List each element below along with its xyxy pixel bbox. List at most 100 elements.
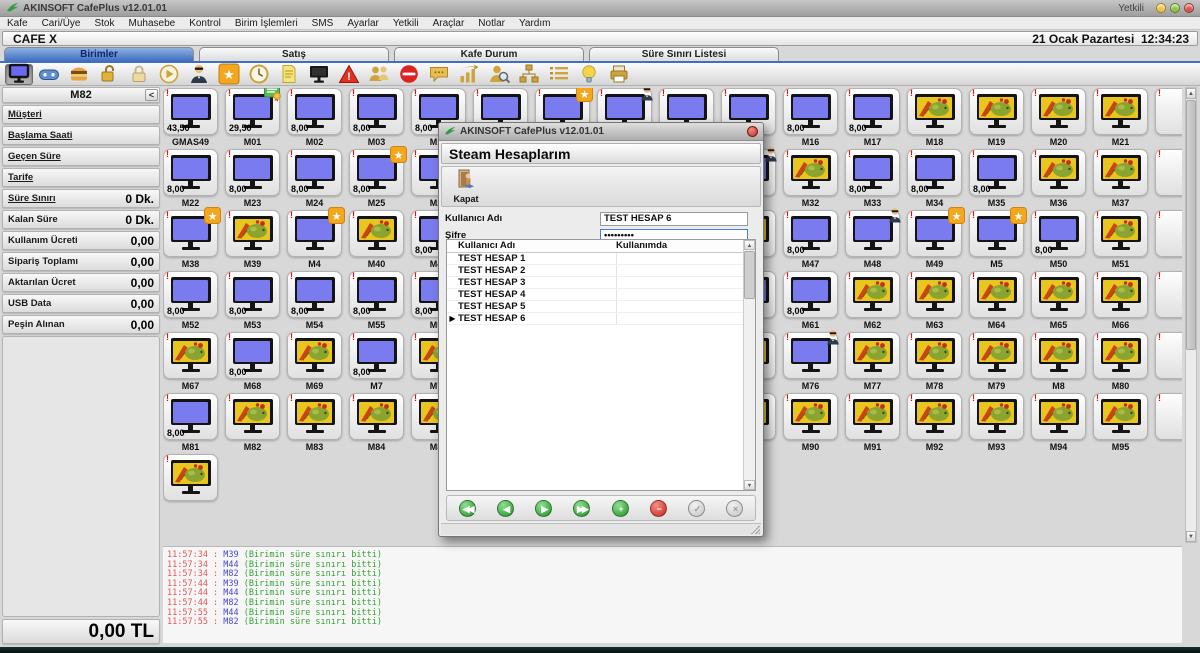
- unit-tile-m18[interactable]: !: [907, 88, 962, 135]
- accounts-table[interactable]: Kullanıcı Adı Kullanımda TEST HESAP 1TES…: [446, 239, 756, 491]
- maximize-button[interactable]: [1170, 3, 1180, 13]
- unit-tile-m48[interactable]: !: [845, 210, 900, 257]
- grid-scrollbar[interactable]: ▲ ▼: [1185, 87, 1197, 543]
- unit-tile-m92[interactable]: !: [907, 393, 962, 440]
- unit-tile-m25[interactable]: !8,00★: [349, 149, 404, 196]
- security-person-toolbar-button[interactable]: [185, 64, 213, 85]
- unit-tile-m4[interactable]: !★: [287, 210, 342, 257]
- unit-tile-m32[interactable]: !: [783, 149, 838, 196]
- unit-tile-m5[interactable]: !★: [969, 210, 1024, 257]
- gamepad-toolbar-button[interactable]: [35, 64, 63, 85]
- unit-tile-m78[interactable]: !: [907, 332, 962, 379]
- unit-tile-m36[interactable]: !: [1031, 149, 1086, 196]
- table-scrollbar[interactable]: ▲ ▼: [743, 240, 755, 490]
- unit-tile-m81[interactable]: !8,00: [163, 393, 218, 440]
- unit-tile-m77[interactable]: !: [845, 332, 900, 379]
- add-record-button[interactable]: +: [612, 500, 629, 517]
- network-toolbar-button[interactable]: [515, 64, 543, 85]
- unit-tile-m51[interactable]: !: [1093, 210, 1148, 257]
- scroll-down-arrow[interactable]: ▼: [1186, 531, 1196, 542]
- unit-tile-m91[interactable]: !: [845, 393, 900, 440]
- dialog-close-button[interactable]: [747, 126, 758, 137]
- info-row-4[interactable]: Süre Sınırı0 Dk.: [2, 189, 160, 208]
- unit-tile-m94[interactable]: !: [1031, 393, 1086, 440]
- unit-tile-m68[interactable]: !8,00: [225, 332, 280, 379]
- list-toolbar-button[interactable]: [545, 64, 573, 85]
- star-toolbar-button[interactable]: ★: [215, 64, 243, 85]
- account-row[interactable]: TEST HESAP 2: [447, 265, 755, 277]
- unit-tile-m49[interactable]: !★: [907, 210, 962, 257]
- previous-record-button[interactable]: ◀: [497, 500, 514, 517]
- table-scroll-up[interactable]: ▲: [744, 240, 755, 250]
- info-row-6[interactable]: Kullanım Ücreti0,00: [2, 231, 160, 250]
- unit-tile-m17[interactable]: !8,00: [845, 88, 900, 135]
- unit-tile-m55[interactable]: !8,00: [349, 271, 404, 318]
- unit-tile-m61[interactable]: !8,00: [783, 271, 838, 318]
- tab-s-re-s-n-r--listesi[interactable]: Süre Sınırı Listesi: [589, 47, 779, 61]
- people-toolbar-button[interactable]: [365, 64, 393, 85]
- unit-tile-m93[interactable]: !: [969, 393, 1024, 440]
- next-record-button[interactable]: ▶: [535, 500, 552, 517]
- accept-button[interactable]: ✓: [688, 500, 705, 517]
- menu-item-sms[interactable]: SMS: [305, 18, 341, 29]
- delete-record-button[interactable]: −: [650, 500, 667, 517]
- unit-tile-m21[interactable]: !: [1093, 88, 1148, 135]
- unit-tile-m47[interactable]: !8,00: [783, 210, 838, 257]
- last-record-button[interactable]: ▶▶: [573, 500, 590, 517]
- no-entry-toolbar-button[interactable]: [395, 64, 423, 85]
- info-row-2[interactable]: Geçen Süre: [2, 147, 160, 166]
- collapse-sidebar-button[interactable]: <: [145, 89, 158, 101]
- tab-birimler[interactable]: Birimler: [4, 47, 194, 61]
- burger-toolbar-button[interactable]: [65, 64, 93, 85]
- monitor-toolbar-button[interactable]: [5, 64, 33, 85]
- unit-tile-m37[interactable]: !: [1093, 149, 1148, 196]
- unit-tile-m69[interactable]: !: [287, 332, 342, 379]
- info-row-7[interactable]: Sipariş Toplamı0,00: [2, 252, 160, 271]
- lock-open-toolbar-button[interactable]: [95, 64, 123, 85]
- unit-tile-m02[interactable]: !8,00: [287, 88, 342, 135]
- unit-tile-m33[interactable]: !8,00: [845, 149, 900, 196]
- unit-tile-m39[interactable]: !: [225, 210, 280, 257]
- warning-toolbar-button[interactable]: !: [335, 64, 363, 85]
- info-row-3[interactable]: Tarife: [2, 168, 160, 187]
- info-row-1[interactable]: Başlama Saati: [2, 126, 160, 145]
- menu-item-notlar[interactable]: Notlar: [471, 18, 512, 29]
- info-row-0[interactable]: Müşteri: [2, 105, 160, 124]
- tab-sat--[interactable]: Satış: [199, 47, 389, 61]
- person-search-toolbar-button[interactable]: [485, 64, 513, 85]
- selected-unit-header[interactable]: M82 <: [2, 87, 160, 103]
- printer-toolbar-button[interactable]: [605, 64, 633, 85]
- note-toolbar-button[interactable]: [275, 64, 303, 85]
- account-row[interactable]: TEST HESAP 3: [447, 277, 755, 289]
- menu-item-kontrol[interactable]: Kontrol: [182, 18, 228, 29]
- menu-item-muhasebe[interactable]: Muhasebe: [122, 18, 183, 29]
- unit-tile-m67[interactable]: !: [163, 332, 218, 379]
- unit-tile-gmas49[interactable]: !43,50: [163, 88, 218, 135]
- monitor-dark-toolbar-button[interactable]: [305, 64, 333, 85]
- clock-toolbar-button[interactable]: [245, 64, 273, 85]
- scrollbar-thumb[interactable]: [1186, 100, 1196, 350]
- account-row[interactable]: TEST HESAP 1: [447, 253, 755, 265]
- play-toolbar-button[interactable]: [155, 64, 183, 85]
- dialog-titlebar[interactable]: AKINSOFT CafePlus v12.01.01: [439, 123, 763, 141]
- info-row-10[interactable]: Peşin Alınan0,00: [2, 315, 160, 334]
- unit-tile-m19[interactable]: !: [969, 88, 1024, 135]
- username-input[interactable]: [600, 212, 748, 226]
- menu-item-aralar[interactable]: Araçlar: [426, 18, 472, 29]
- unit-tile[interactable]: !: [163, 454, 218, 501]
- unit-tile-m52[interactable]: !8,00: [163, 271, 218, 318]
- unit-tile-m53[interactable]: !8,00: [225, 271, 280, 318]
- unit-tile-m62[interactable]: !: [845, 271, 900, 318]
- minimize-button[interactable]: [1156, 3, 1166, 13]
- menu-item-yetkili[interactable]: Yetkili: [386, 18, 426, 29]
- unit-tile-m64[interactable]: !: [969, 271, 1024, 318]
- unit-tile-m90[interactable]: !: [783, 393, 838, 440]
- unit-tile-m40[interactable]: !: [349, 210, 404, 257]
- first-record-button[interactable]: ◀◀: [459, 500, 476, 517]
- unit-tile-m01[interactable]: !29,50: [225, 88, 280, 135]
- unit-tile-m22[interactable]: !8,00: [163, 149, 218, 196]
- unit-tile-m7[interactable]: !8,00: [349, 332, 404, 379]
- tab-kafe-durum[interactable]: Kafe Durum: [394, 47, 584, 61]
- account-row[interactable]: TEST HESAP 4: [447, 289, 755, 301]
- unit-tile-m82[interactable]: !: [225, 393, 280, 440]
